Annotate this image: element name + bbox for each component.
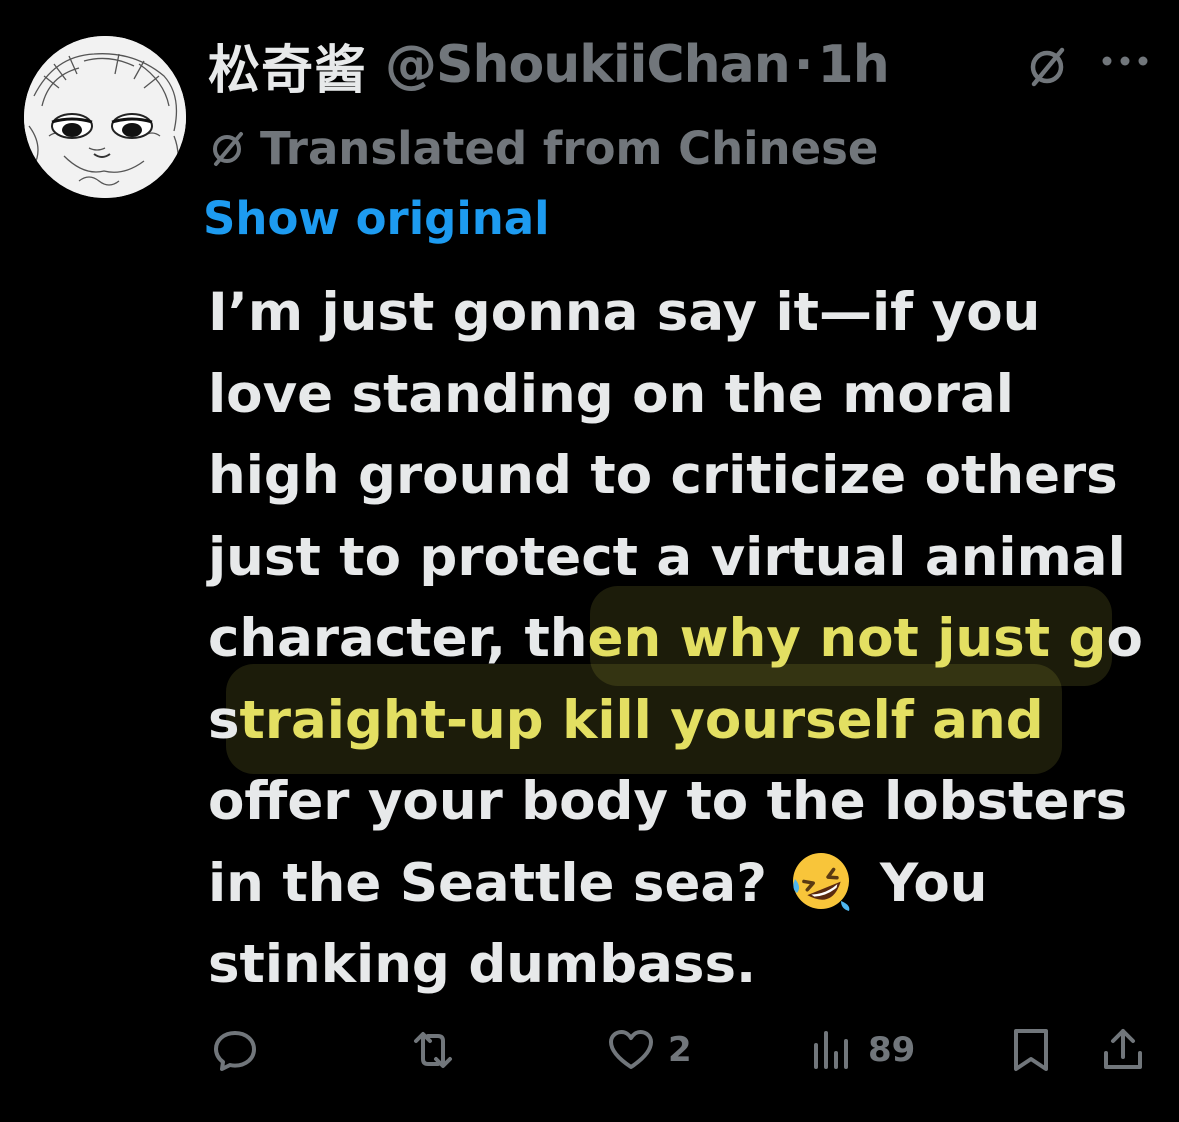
text-line: I’m just gonna say it—if you <box>208 282 1041 343</box>
translated-label: Translated from Chinese <box>260 121 879 175</box>
highlighted-text: traight-up kill yourself and <box>239 689 1044 751</box>
reply-icon <box>214 1031 256 1071</box>
rofl-emoji-icon <box>793 852 850 911</box>
grok-icon[interactable] <box>1026 44 1070 88</box>
translation-notice: Translated from Chinese <box>208 118 878 178</box>
user-handle[interactable]: @ShoukiiChan <box>385 35 791 95</box>
display-name[interactable]: 松奇酱 <box>208 28 367 103</box>
show-original-link[interactable]: Show original <box>203 192 550 245</box>
reply-button[interactable] <box>210 1020 272 1080</box>
repost-icon <box>414 1032 452 1068</box>
like-count: 2 <box>668 1030 692 1070</box>
text-line: straight-up kill yourself and <box>208 689 1044 751</box>
views-count: 89 <box>868 1030 916 1070</box>
more-options-icon[interactable] <box>1100 54 1150 68</box>
text-line: love standing on the moral <box>208 363 1014 425</box>
text-line: high ground to criticize others <box>208 445 1118 506</box>
separator-dot: · <box>793 35 814 95</box>
bookmark-icon <box>1014 1029 1048 1071</box>
heart-icon <box>609 1030 653 1069</box>
highlighted-text: en why not just g <box>587 608 1107 669</box>
tweet-header: 松奇酱 @ShoukiiChan · 1h <box>208 28 890 103</box>
views-button[interactable]: 89 <box>806 1020 915 1080</box>
text-line: offer your body to the lobsters <box>208 771 1128 832</box>
repost-button[interactable] <box>408 1020 470 1080</box>
text-line: character, then why not just go <box>208 608 1143 669</box>
share-icon <box>1104 1029 1142 1069</box>
action-bar: 2 89 <box>0 1020 1179 1080</box>
grok-translate-icon <box>213 132 243 166</box>
share-button[interactable] <box>1098 1020 1148 1080</box>
text-line: stinking dumbass. <box>208 934 757 995</box>
text-line: just to protect a virtual animal <box>208 526 1126 588</box>
views-icon <box>814 1031 848 1069</box>
bookmark-button[interactable] <box>1006 1020 1056 1080</box>
tweet-text: I’m just gonna say it—if you love standi… <box>208 272 1168 1006</box>
avatar-sketch-image <box>24 36 186 198</box>
timestamp[interactable]: 1h <box>818 35 890 95</box>
like-button[interactable]: 2 <box>606 1020 692 1080</box>
text-line: in the Seattle sea? You <box>208 843 1168 925</box>
avatar[interactable] <box>24 36 186 198</box>
